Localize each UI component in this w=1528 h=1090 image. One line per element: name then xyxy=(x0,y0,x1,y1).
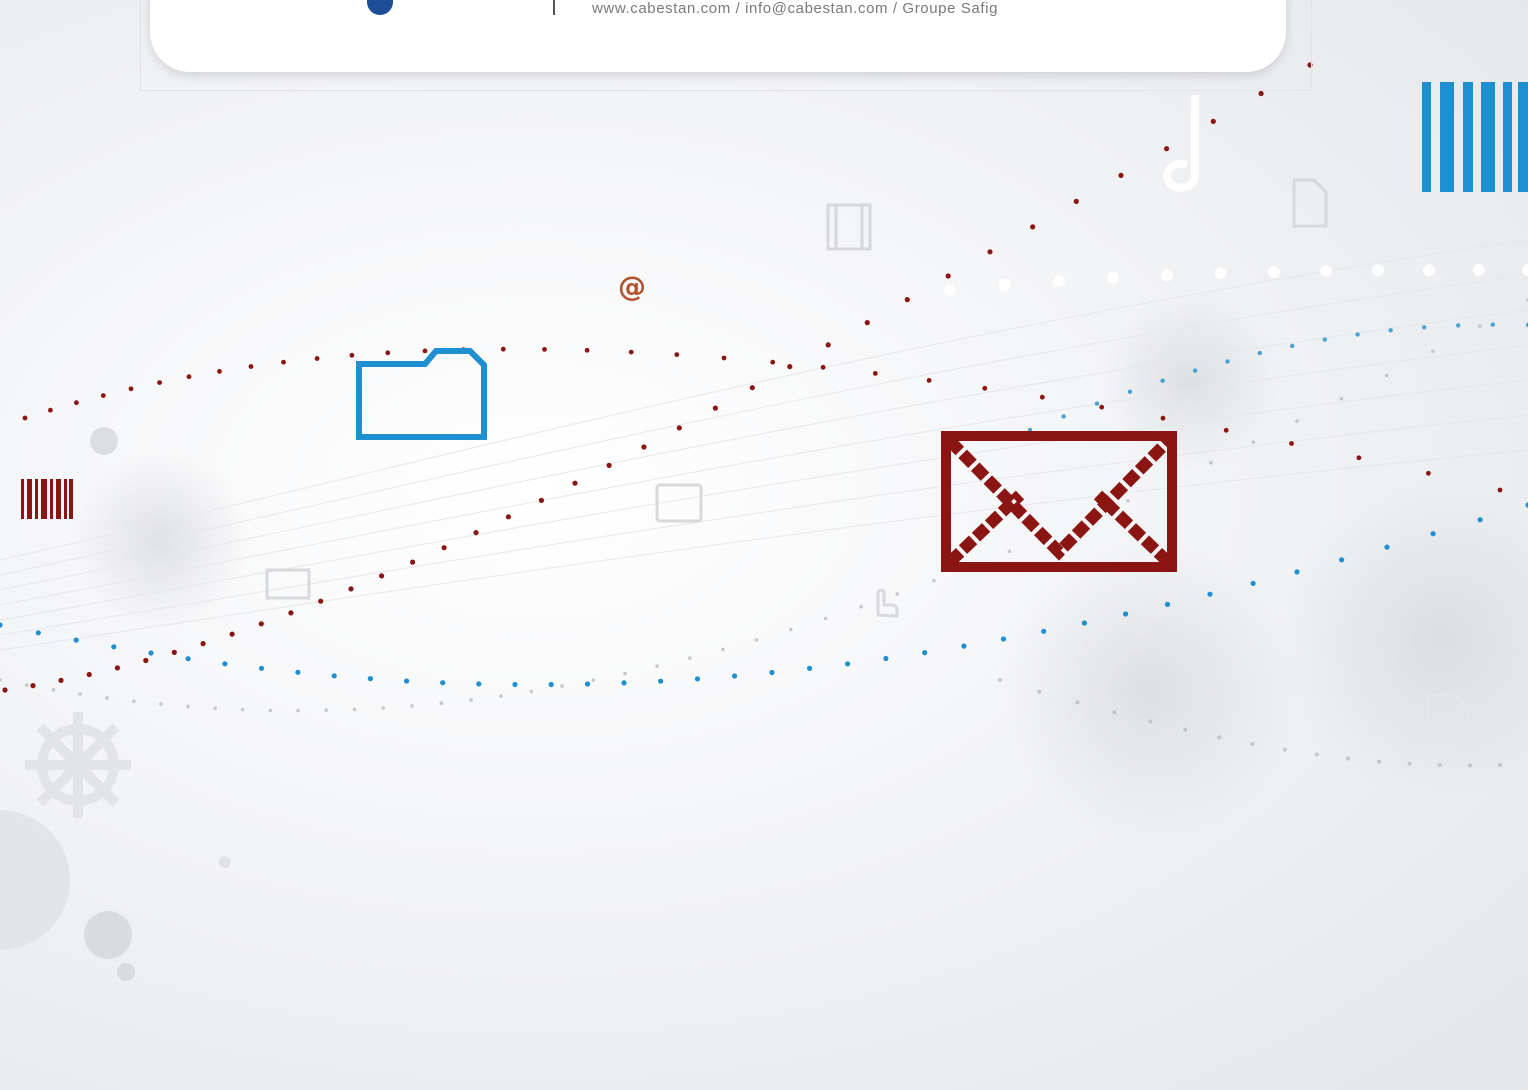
at-icon: @ xyxy=(618,270,646,303)
contact-info[interactable]: www.cabestan.com / info@cabestan.com / G… xyxy=(592,0,998,17)
foreground-overlay: www.cabestan.com / info@cabestan.com / G… xyxy=(0,0,1528,1090)
header-divider xyxy=(553,0,555,15)
